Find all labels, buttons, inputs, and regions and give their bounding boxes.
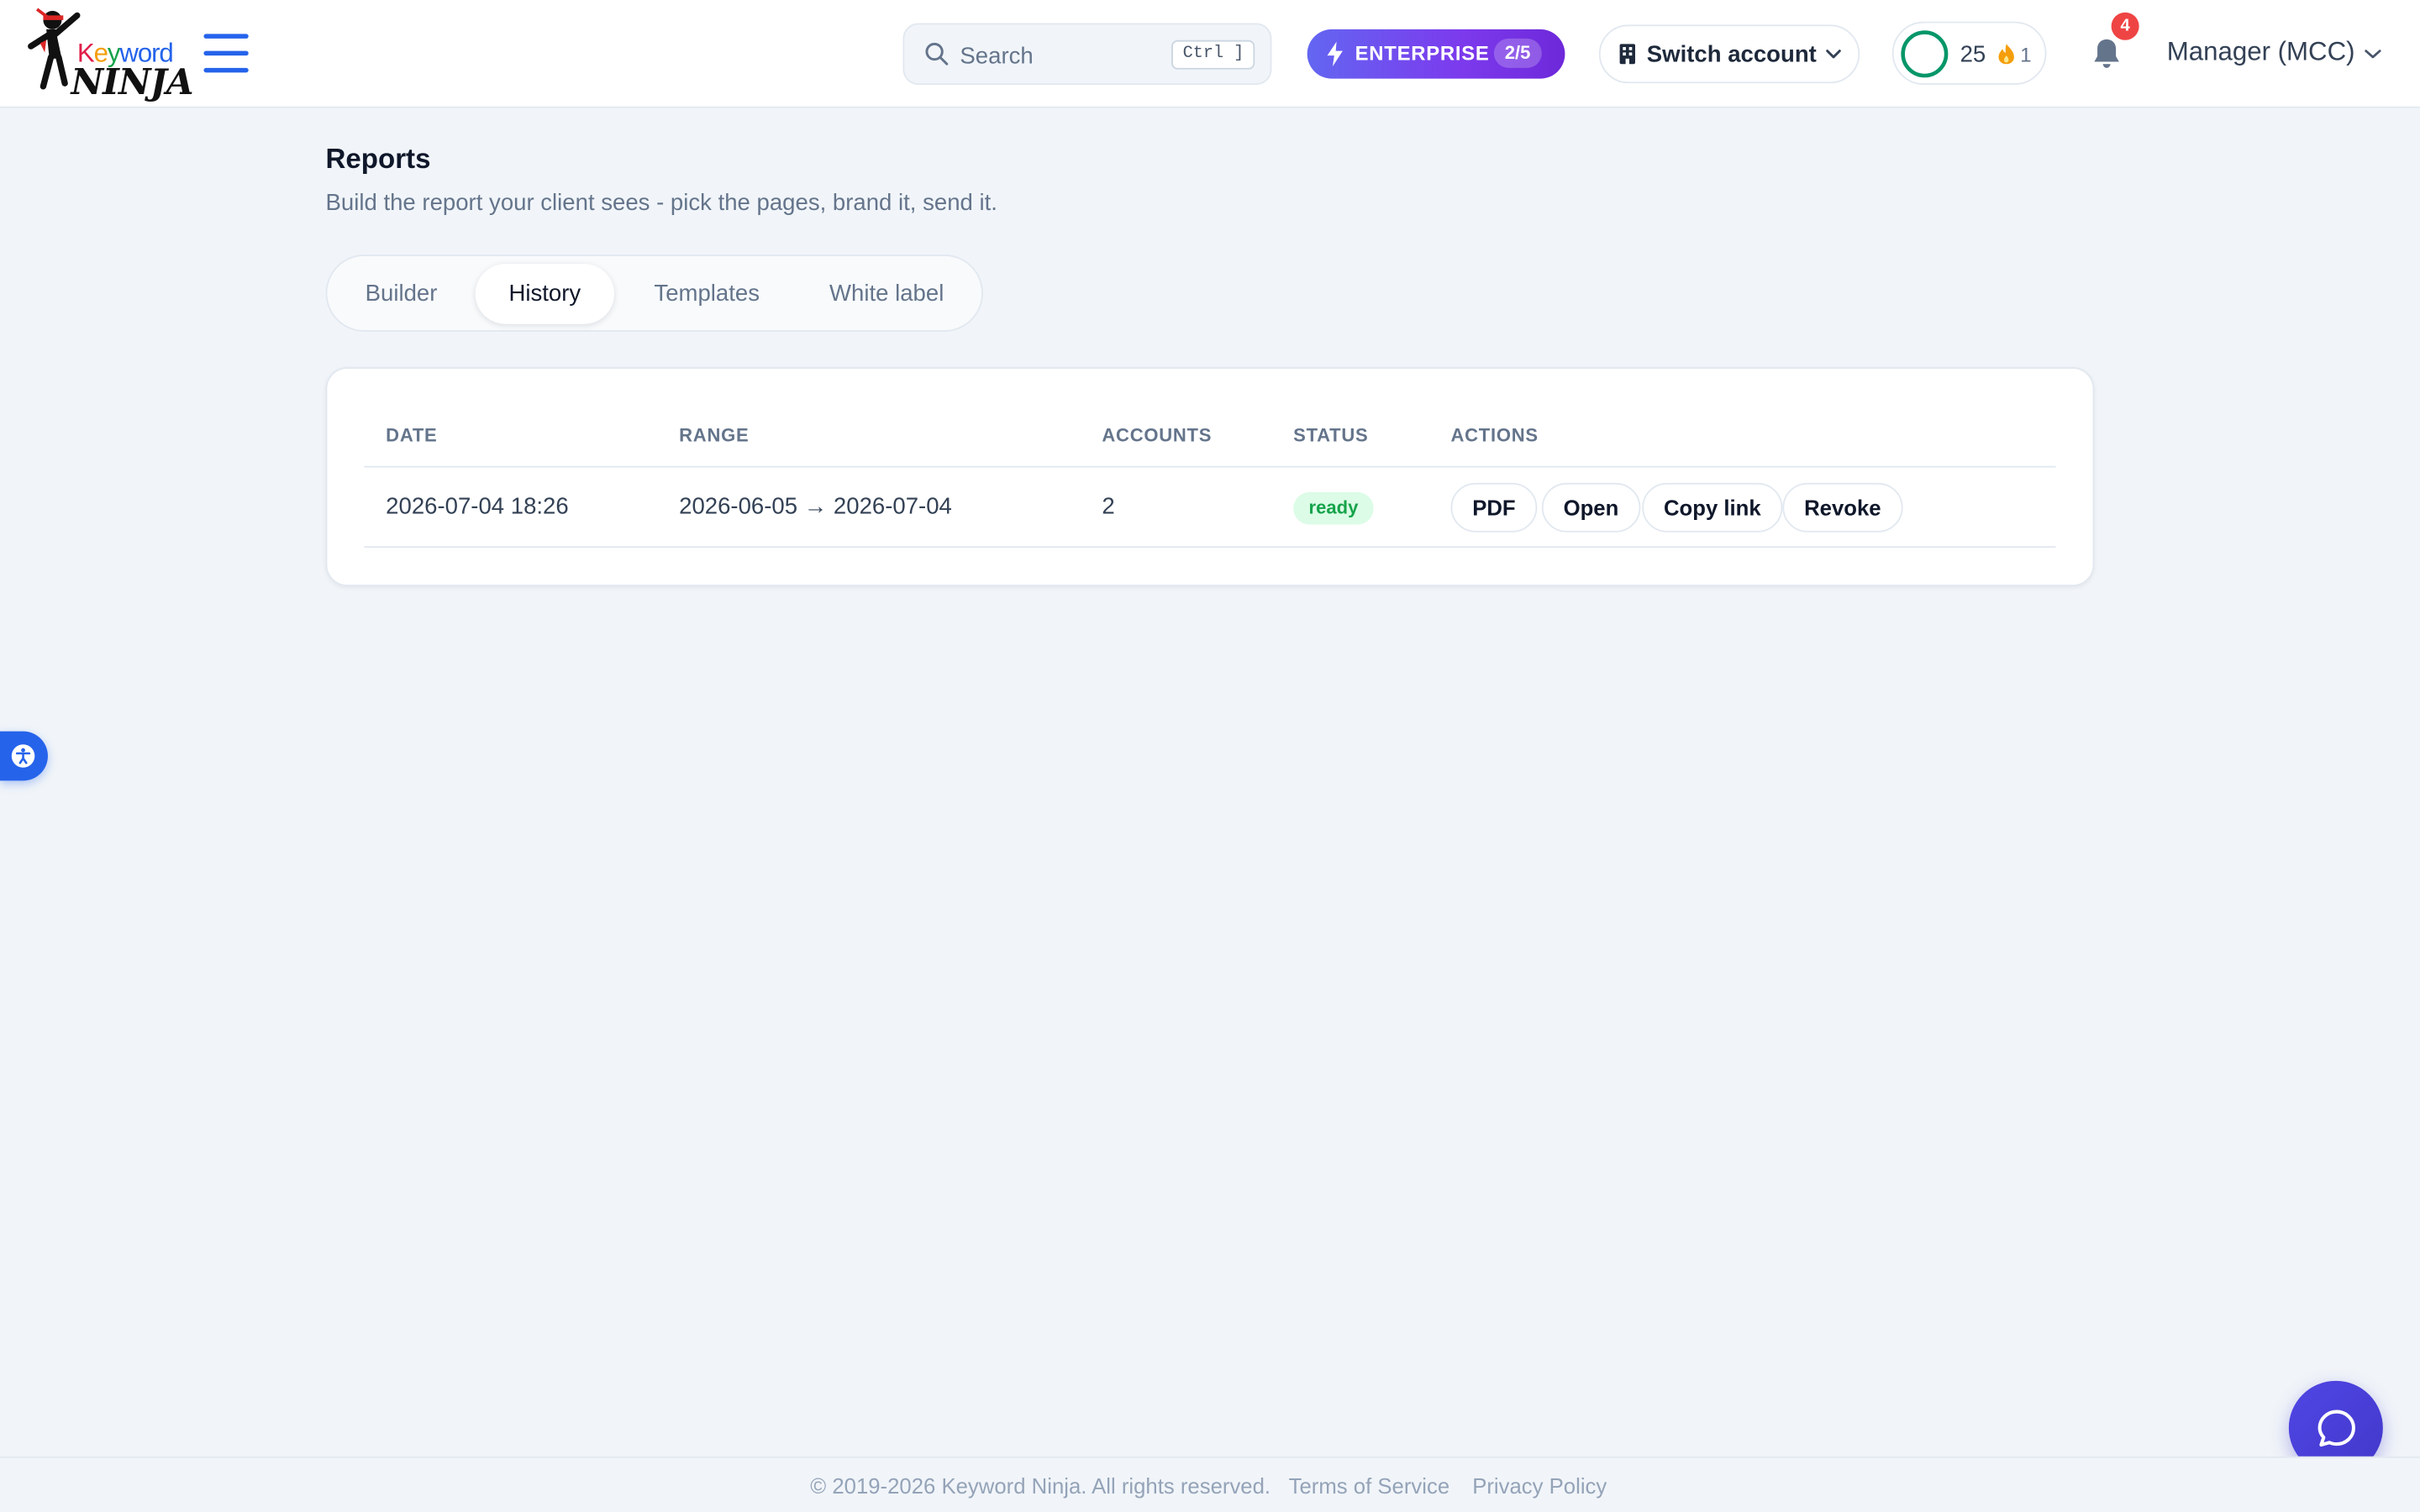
bell-icon[interactable] [2088,35,2125,72]
terms-link[interactable]: Terms of Service [1289,1473,1449,1498]
tab-templates[interactable]: Templates [629,264,784,324]
switch-account-label: Switch account [1646,41,1817,68]
streak-widget[interactable]: 25 1 [1891,21,2047,86]
plan-count: 2/5 [1493,38,1542,68]
building-icon [1619,44,1635,66]
open-button[interactable]: Open [1541,482,1641,533]
column-header-range: RANGE [679,424,750,446]
footer: © 2019-2026 Keyword Ninja. All rights re… [0,1456,2420,1512]
pdf-button[interactable]: PDF [1450,482,1538,533]
column-header-date: DATE [386,424,438,446]
column-header-accounts: ACCOUNTS [1102,424,1213,446]
tab-bar: Builder History Templates White label [325,255,983,332]
accessibility-icon [11,744,35,768]
history-card: DATE RANGE ACCOUNTS STATUS ACTIONS 2026-… [325,367,2095,586]
search-input[interactable] [960,38,1176,73]
chat-icon [2317,1410,2355,1447]
logo-word-ninja: NINJA [71,61,193,104]
bolt-icon [1327,41,1343,66]
hamburger-icon[interactable] [203,34,249,74]
flame-value: 1 [2020,43,2032,66]
cell-range: 2026-06-05 → 2026-07-04 [679,493,952,520]
top-bar: Keyword NINJA Ctrl ] ENTERPRISE 2/5 [0,0,2420,108]
cell-date: 2026-07-04 18:26 [386,493,569,520]
page-title: Reports [325,143,431,175]
status-badge: ready [1293,491,1374,525]
plan-label: ENTERPRISE [1355,41,1490,66]
chevron-down-icon [2365,50,2381,59]
tab-history[interactable]: History [475,264,615,324]
copyright-text: © 2019-2026 Keyword Ninja. All rights re… [810,1473,1271,1499]
header-divider [364,465,2056,468]
logo[interactable]: Keyword NINJA [24,6,194,103]
streak-value: 25 [1960,41,1986,68]
tab-white-label[interactable]: White label [806,264,968,324]
row-divider [364,546,2056,549]
copy-link-button[interactable]: Copy link [1642,482,1783,533]
plan-badge-button[interactable]: ENTERPRISE 2/5 [1307,29,1565,79]
search-box[interactable]: Ctrl ] [902,23,1272,86]
tab-builder[interactable]: Builder [343,264,460,324]
switch-account-button[interactable]: Switch account [1598,24,1860,84]
chevron-down-icon [1826,50,1841,59]
app-frame: Keyword NINJA Ctrl ] ENTERPRISE 2/5 [0,0,2420,1512]
search-shortcut: Ctrl ] [1171,39,1255,70]
search-icon [925,42,949,66]
notification-badge: 4 [2111,12,2139,40]
account-menu[interactable]: Manager (MCC) [2166,37,2381,71]
account-label: Manager (MCC) [2166,37,2355,66]
page-subtitle: Build the report your client sees - pick… [325,189,997,217]
cell-accounts: 2 [1102,493,1115,520]
column-header-actions: ACTIONS [1450,424,1539,446]
privacy-link[interactable]: Privacy Policy [1472,1473,1607,1498]
column-header-status: STATUS [1293,424,1369,446]
flame-icon [1998,44,2014,65]
progress-ring-icon [1901,30,1949,78]
accessibility-button[interactable] [0,731,48,781]
revoke-button[interactable]: Revoke [1782,482,1903,533]
